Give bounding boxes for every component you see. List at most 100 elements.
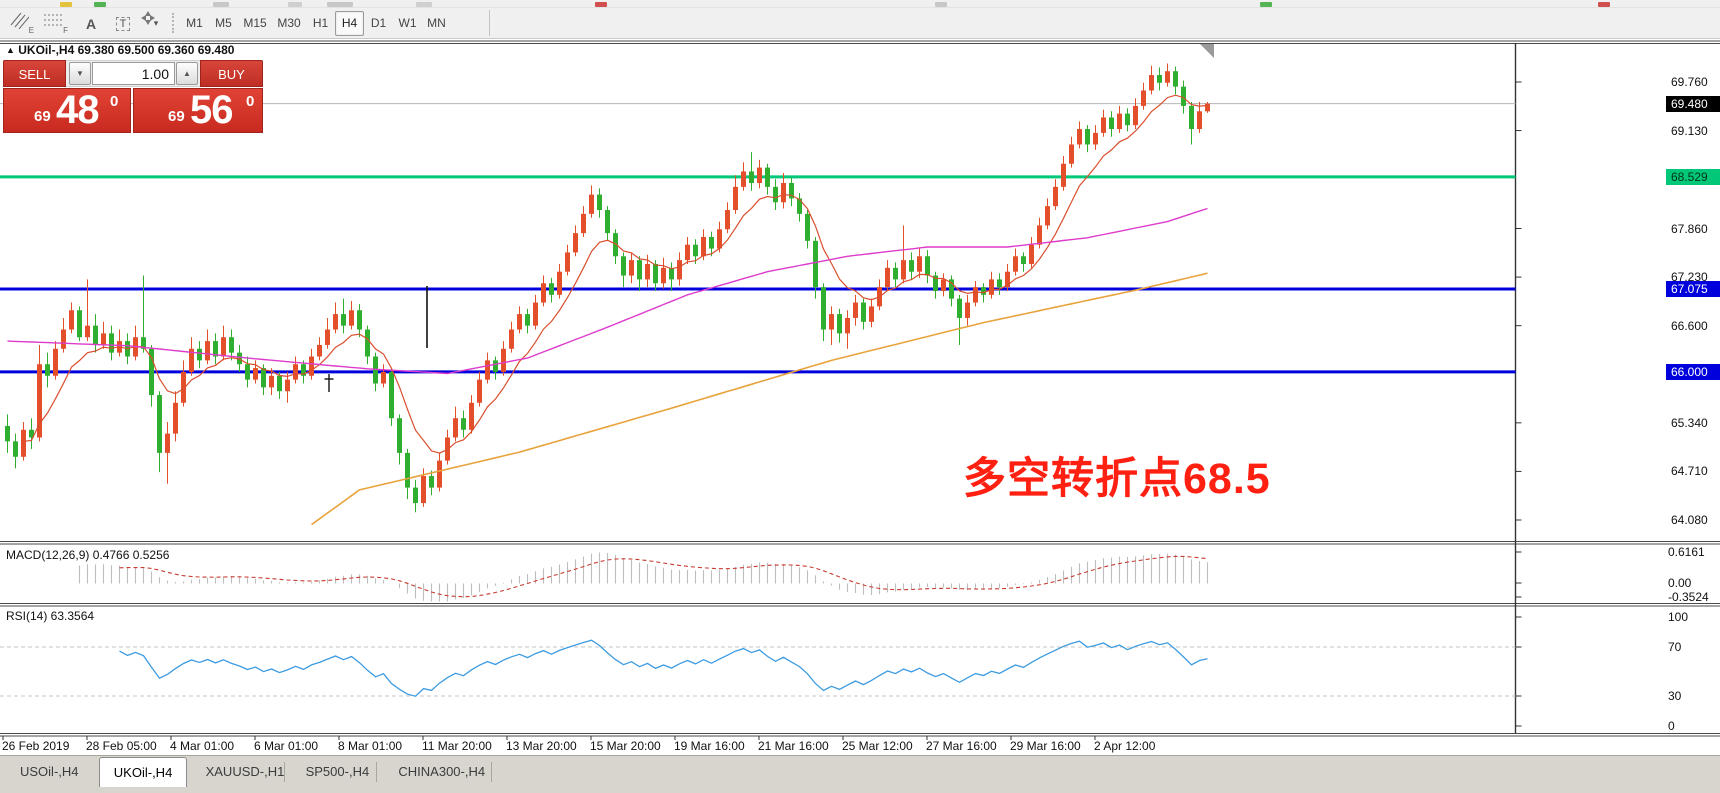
candle-body: [157, 395, 162, 453]
candle-body: [469, 403, 474, 430]
candle-body: [461, 418, 466, 430]
chart-tab-usoilh4[interactable]: USOil-,H4: [6, 759, 93, 785]
candle-body: [573, 233, 578, 252]
bid-price-main: 48: [56, 88, 99, 133]
candle-body: [477, 380, 482, 403]
candle-body: [973, 287, 978, 302]
indicator-tick-label: 100: [1668, 610, 1688, 624]
candle-body: [1141, 90, 1146, 105]
candle-body: [421, 476, 426, 503]
chart-tab-ukoilh4[interactable]: UKOil-,H4: [99, 757, 188, 787]
candle-body: [701, 237, 706, 256]
candle-body: [61, 330, 66, 349]
volume-decrease-button[interactable]: ▼: [69, 62, 91, 85]
price-tick-label: 65.340: [1671, 416, 1708, 430]
symbol-ohlc-line: ▲ UKOil-,H4 69.380 69.500 69.360 69.480: [6, 43, 234, 57]
candle-body: [1029, 245, 1034, 264]
candle-body: [1117, 114, 1122, 129]
candle-body: [365, 330, 370, 357]
candle-body: [845, 318, 850, 333]
candle-body: [1125, 114, 1130, 126]
candle-body: [413, 488, 418, 503]
candle-body: [317, 345, 322, 357]
time-tick-label: 26 Feb 2019: [2, 739, 69, 753]
candle-body: [197, 349, 202, 361]
candle-body: [357, 310, 362, 329]
candle-body: [565, 252, 570, 271]
candle-body: [517, 314, 522, 329]
candle-body: [1037, 225, 1042, 244]
indicator-tick-label: 0.6161: [1668, 545, 1705, 559]
candle-body: [677, 260, 682, 279]
tab-separator: [284, 762, 285, 782]
candle-body: [309, 357, 314, 376]
candle-body: [957, 299, 962, 318]
candle-body: [997, 279, 1002, 287]
candle-body: [165, 434, 170, 453]
candle-body: [269, 376, 274, 388]
time-tick-label: 28 Feb 05:00: [86, 739, 157, 753]
buy-button[interactable]: BUY: [200, 60, 263, 87]
candle-body: [629, 260, 634, 275]
volume-increase-button[interactable]: ▲: [176, 62, 198, 85]
candle-body: [757, 168, 762, 183]
sell-button[interactable]: SELL: [3, 60, 66, 87]
candle-body: [1205, 104, 1210, 112]
candle-body: [821, 287, 826, 329]
candle-body: [909, 260, 914, 272]
candle-body: [1181, 87, 1186, 106]
candle-body: [693, 245, 698, 257]
candle-body: [389, 372, 394, 418]
candle-body: [21, 430, 26, 457]
candle-body: [813, 241, 818, 287]
volume-input[interactable]: [92, 62, 175, 85]
bid-price-tile[interactable]: 69 48 0: [3, 88, 131, 133]
candle-body: [45, 364, 50, 376]
ask-price-tile[interactable]: 69 56 0: [133, 88, 263, 133]
tick-direction-icon: ▲: [6, 45, 15, 55]
candle-body: [69, 310, 74, 329]
candle-body: [253, 368, 258, 380]
trading-terminal-window: { "toolbar": { "tools": [ {"id": "channe…: [0, 0, 1720, 792]
symbol-name: UKOil-,H4: [18, 43, 74, 57]
candle-body: [589, 195, 594, 214]
ask-price-main: 56: [190, 88, 233, 133]
candle-body: [861, 303, 866, 322]
chart-shift-marker-icon: [1200, 44, 1214, 58]
candle-body: [453, 418, 458, 437]
candle-body: [101, 333, 106, 345]
candle-body: [829, 314, 834, 329]
candle-body: [893, 268, 898, 280]
tab-separator: [491, 762, 492, 782]
time-tick-label: 11 Mar 20:00: [422, 739, 492, 753]
one-click-trading-panel: SELL ▼ ▲ BUY 69 48 0 69 56 0: [3, 60, 263, 133]
time-tick-label: 25 Mar 12:00: [842, 739, 913, 753]
candle-body: [541, 283, 546, 302]
candle-body: [1077, 129, 1082, 144]
candle-body: [437, 461, 442, 488]
candle-body: [325, 330, 330, 345]
time-tick-label: 19 Mar 16:00: [674, 739, 745, 753]
chart-tab-xauusdh1[interactable]: XAUUSD-,H1: [192, 759, 299, 785]
candle-body: [1013, 256, 1018, 271]
chart-tab-sp500h4[interactable]: SP500-,H4: [292, 759, 384, 785]
candle-body: [709, 237, 714, 249]
candle-body: [621, 256, 626, 275]
candle-body: [341, 314, 346, 326]
candle-body: [173, 403, 178, 434]
chart-tab-china300h4[interactable]: CHINA300-,H4: [384, 759, 499, 785]
candle-body: [221, 337, 226, 356]
candle-body: [53, 349, 58, 376]
candle-body: [533, 303, 538, 326]
time-tick-label: 2 Apr 12:00: [1094, 739, 1155, 753]
price-tick-label: 67.860: [1671, 222, 1708, 236]
candle-body: [605, 210, 610, 233]
price-badge: 66.000: [1666, 364, 1720, 380]
ma-fast-line: [24, 95, 1208, 453]
time-tick-label: 8 Mar 01:00: [338, 739, 402, 753]
candle-body: [765, 168, 770, 187]
candle-body: [661, 268, 666, 283]
tab-separator: [376, 762, 377, 782]
candle-body: [869, 306, 874, 321]
candle-body: [381, 372, 386, 384]
